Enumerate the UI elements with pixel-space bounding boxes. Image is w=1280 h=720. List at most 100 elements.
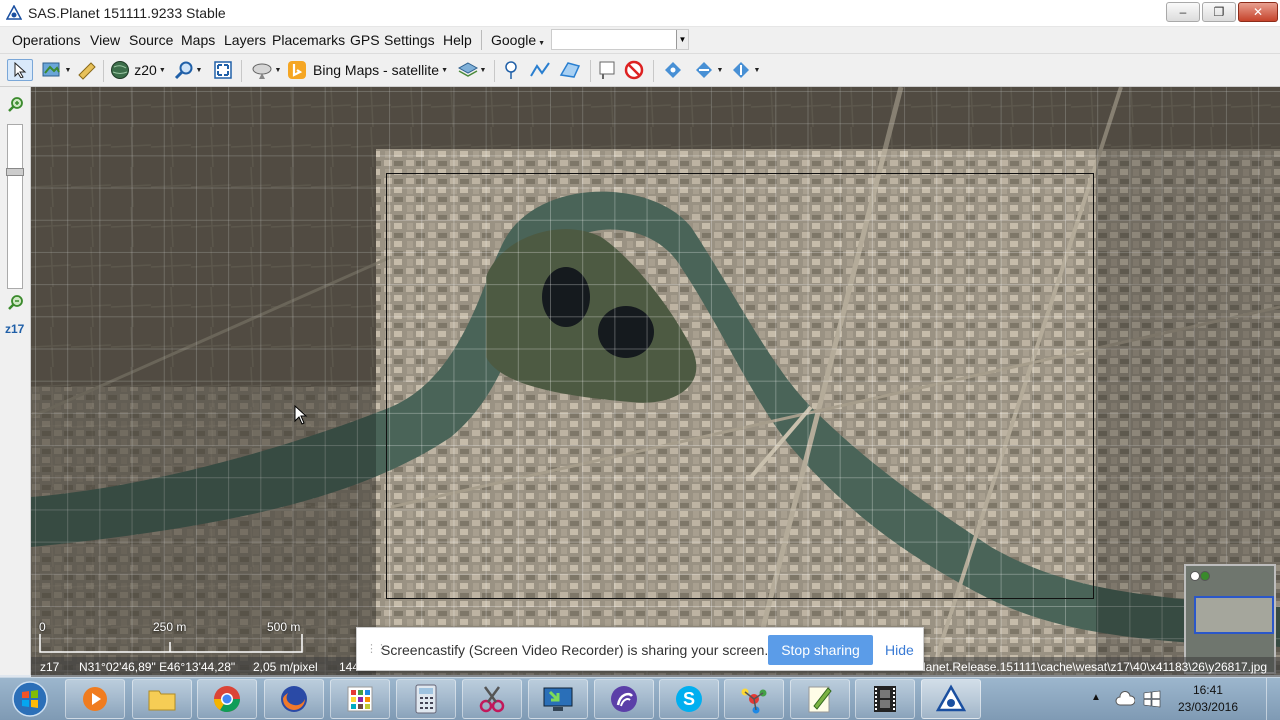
ruler-icon [78, 62, 96, 80]
clock[interactable]: 16:41 23/03/2016 [1178, 682, 1238, 716]
hide-marks-button[interactable] [622, 59, 646, 81]
show-marks-button[interactable] [596, 59, 618, 81]
taskbar-firefox[interactable] [264, 679, 324, 719]
layers-dropdown-button[interactable]: ▼ [38, 59, 74, 81]
taskbar-editor[interactable] [790, 679, 850, 719]
menu-settings[interactable]: Settings [384, 32, 435, 48]
edit-icon [808, 686, 832, 713]
zoom-level-label: z17 [5, 322, 25, 336]
taskbar-torrent[interactable] [594, 679, 654, 719]
gps-center-button[interactable]: ▼ [727, 59, 763, 81]
scale-label: 500 m [267, 620, 301, 634]
maximize-button[interactable]: ❐ [1202, 2, 1236, 22]
tray-expand-icon[interactable]: ▲ [1091, 692, 1101, 703]
screen-share-message: Screencastify (Screen Video Recorder) is… [381, 642, 769, 658]
select-cursor-button[interactable] [7, 59, 33, 81]
minimap-settings-icon[interactable] [1189, 570, 1211, 582]
skype-icon: S [676, 686, 702, 712]
satellite-dish-icon [252, 63, 272, 79]
fullscreen-button[interactable] [211, 59, 235, 81]
show-desktop-button[interactable] [1266, 678, 1280, 720]
zoom-level-dropdown[interactable]: z20 ▼ [109, 59, 167, 81]
minimize-button[interactable]: – [1166, 2, 1200, 22]
marks-icon [599, 61, 615, 79]
menu-placemarks[interactable]: Placemarks [272, 32, 345, 48]
map-view[interactable]: 0 250 m 500 m [31, 87, 1280, 675]
close-button[interactable]: ✕ [1238, 2, 1278, 22]
taskbar-app-grid[interactable] [330, 679, 390, 719]
gps-center-icon [732, 62, 749, 78]
menu-layers[interactable]: Layers [224, 32, 266, 48]
taskbar-explorer[interactable] [132, 679, 192, 719]
layers-stack-button[interactable]: ▼ [455, 59, 489, 81]
map-source-dropdown[interactable]: Bing Maps - satellite ▼ [287, 59, 453, 81]
taskbar-video-editor[interactable] [855, 679, 915, 719]
gps-connect-button[interactable] [660, 59, 686, 81]
ruler-button[interactable] [76, 59, 98, 81]
taskbar-chrome[interactable] [197, 679, 257, 719]
menu-operations[interactable]: Operations [12, 32, 80, 48]
fullscreen-icon [214, 61, 232, 79]
path-icon [530, 62, 550, 77]
taskbar-media-player[interactable] [65, 679, 125, 719]
select-cursor-icon [14, 62, 27, 78]
stop-sharing-button[interactable]: Stop sharing [768, 635, 873, 665]
placemark-icon [505, 61, 517, 79]
sas-planet-icon [936, 684, 966, 712]
firefox-icon [281, 686, 307, 712]
menu-view[interactable]: View [90, 32, 120, 48]
explorer-icon [148, 690, 176, 711]
cloud-icon[interactable] [1115, 691, 1135, 707]
window-title: SAS.Planet 151111.9233 Stable [28, 5, 226, 21]
taskbar-skype[interactable]: S [659, 679, 719, 719]
satellite-source-button[interactable]: ▼ [248, 59, 284, 81]
svg-text:S: S [683, 689, 695, 709]
taskbar-molecule-app[interactable] [724, 679, 784, 719]
magnifier-button[interactable]: ▼ [170, 59, 206, 81]
taskbar-remote-desktop[interactable] [528, 679, 588, 719]
menu-help[interactable]: Help [443, 32, 472, 48]
gps-track-button[interactable]: ▼ [690, 59, 726, 81]
add-placemark-button[interactable] [500, 59, 522, 81]
minimap-viewport[interactable] [1194, 596, 1274, 634]
search-provider-dropdown[interactable]: Google ▼ [491, 32, 545, 48]
zoom-slider[interactable] [6, 124, 24, 289]
menu-source[interactable]: Source [129, 32, 173, 48]
start-button[interactable] [8, 679, 52, 719]
outside-shade [31, 87, 376, 675]
screen-share-banner: ⋮⋮ Screencastify (Screen Video Recorder)… [356, 627, 924, 671]
windows-flag-icon[interactable] [1143, 690, 1161, 708]
globe-icon [111, 61, 130, 79]
gps-icon [665, 62, 681, 78]
app-grid-icon [347, 686, 373, 712]
taskbar-sas-planet[interactable] [921, 679, 981, 719]
search-input[interactable]: ▼ [551, 29, 689, 50]
molecule-icon [741, 688, 767, 714]
zoom-in-icon[interactable] [7, 96, 24, 113]
add-polygon-button[interactable] [557, 59, 583, 81]
menu-gps[interactable]: GPS [350, 32, 380, 48]
zoom-slider-thumb[interactable] [6, 168, 24, 176]
taskbar-calculator[interactable] [396, 679, 456, 719]
taskbar: S ▲ 16:41 23/03/2016 [0, 677, 1280, 720]
desktop-remote-icon [543, 687, 573, 711]
taskbar-snipping-tool[interactable] [462, 679, 522, 719]
hide-banner-link[interactable]: Hide [885, 642, 914, 658]
layers-stack-icon [457, 62, 478, 77]
search-dropdown-arrow-icon[interactable]: ▼ [676, 30, 688, 49]
windows-start-icon [12, 681, 48, 717]
chrome-icon [213, 686, 241, 713]
add-path-button[interactable] [528, 59, 552, 81]
film-icon [874, 686, 896, 712]
layers-icon [42, 62, 60, 77]
scale-label: 0 [39, 620, 46, 634]
torrent-icon [611, 686, 637, 712]
polygon-icon [559, 62, 581, 78]
menu-maps[interactable]: Maps [181, 32, 215, 48]
no-marks-icon [624, 60, 644, 80]
system-tray: ▲ 16:41 23/03/2016 [1085, 678, 1280, 720]
menu-separator [481, 30, 482, 50]
selection-rectangle[interactable] [386, 173, 1094, 599]
zoom-out-icon[interactable] [7, 294, 24, 311]
clock-time: 16:41 [1192, 683, 1223, 697]
